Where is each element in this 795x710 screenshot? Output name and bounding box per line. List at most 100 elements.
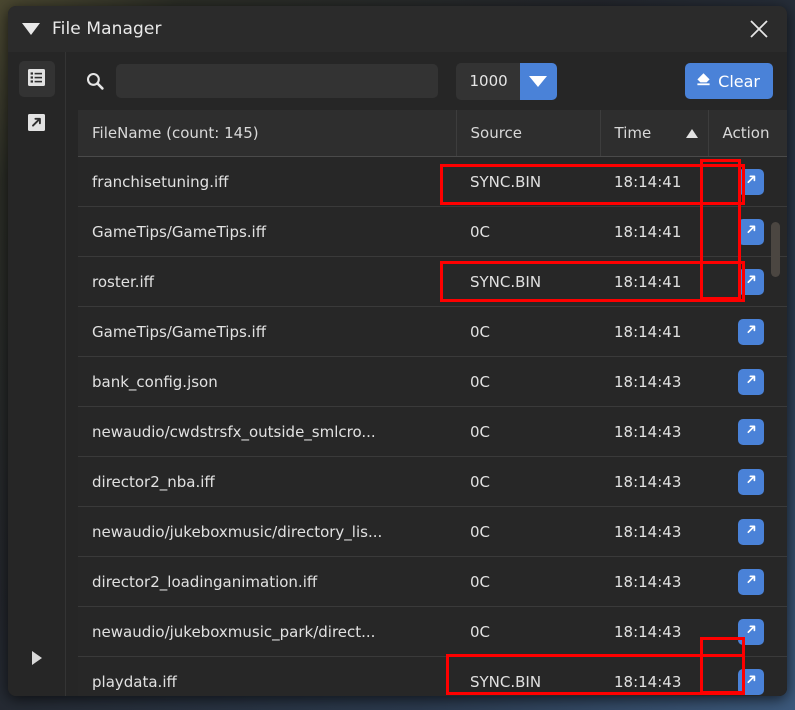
row-limit-combobox[interactable]: 1000 <box>456 62 557 100</box>
cell-filename: director2_nba.iff <box>78 456 456 507</box>
column-header-action-label: Action <box>722 124 770 142</box>
external-link-icon <box>744 522 759 541</box>
cell-source: SYNC.BIN <box>456 256 600 307</box>
clear-button[interactable]: Clear <box>685 63 773 99</box>
column-header-time[interactable]: Time <box>600 110 709 157</box>
column-header-filename-label: FileName (count: 145) <box>92 124 259 142</box>
cell-time: 18:14:43 <box>600 656 708 696</box>
file-table-container: FileName (count: 145) Source Time Action… <box>66 110 787 696</box>
open-file-button[interactable] <box>738 468 764 495</box>
cell-filename: roster.iff <box>78 256 456 307</box>
window-body: 1000 Clear FileName (count: 145) Source … <box>8 52 787 696</box>
open-file-button[interactable] <box>738 518 764 545</box>
cell-source: 0C <box>456 306 600 357</box>
cell-time: 18:14:41 <box>600 206 708 257</box>
main-content: 1000 Clear FileName (count: 145) Source … <box>66 52 787 696</box>
external-link-icon <box>744 622 759 641</box>
cell-time: 18:14:43 <box>600 556 708 607</box>
cell-source: SYNC.BIN <box>456 656 600 696</box>
cell-time: 18:14:43 <box>600 406 708 457</box>
close-icon[interactable] <box>745 15 773 43</box>
table-row[interactable]: roster.iff SYNC.BIN 18:14:41 <box>78 256 787 307</box>
cell-source: 0C <box>456 506 600 557</box>
column-header-source-label: Source <box>470 124 523 142</box>
column-header-source[interactable]: Source <box>456 110 601 157</box>
open-file-button[interactable] <box>738 218 764 245</box>
triangle-down-icon <box>529 75 548 87</box>
cell-source: SYNC.BIN <box>456 156 600 207</box>
file-table: FileName (count: 145) Source Time Action… <box>78 110 787 696</box>
external-link-icon <box>744 222 759 241</box>
open-file-button[interactable] <box>738 368 764 395</box>
vertical-scrollbar[interactable] <box>771 160 780 694</box>
toolbar: 1000 Clear <box>66 52 787 110</box>
search-input[interactable] <box>116 64 439 98</box>
triangle-up-icon <box>685 128 698 138</box>
cell-filename: playdata.iff <box>78 656 456 696</box>
column-header-action[interactable]: Action <box>708 110 787 157</box>
sidebar-item-list-view[interactable] <box>18 61 55 97</box>
open-file-button[interactable] <box>738 568 764 595</box>
table-row[interactable]: newaudio/jukeboxmusic_park/direct... 0C 18… <box>78 606 787 657</box>
cell-filename: newaudio/jukeboxmusic_park/direct... <box>78 606 456 657</box>
sidebar-expand-button[interactable] <box>25 646 49 670</box>
table-body: franchisetuning.iff SYNC.BIN 18:14:41 GameT… <box>78 156 787 696</box>
row-limit-dropdown-button[interactable] <box>519 62 557 100</box>
table-row[interactable]: GameTips/GameTips.iff 0C 18:14:41 <box>78 206 787 257</box>
triangle-right-icon <box>31 651 42 665</box>
cell-filename: GameTips/GameTips.iff <box>78 206 456 257</box>
table-row[interactable]: newaudio/jukeboxmusic/directory_lis... 0C… <box>78 506 787 557</box>
cell-time: 18:14:41 <box>600 256 708 307</box>
cell-filename: franchisetuning.iff <box>78 156 456 207</box>
cell-source: 0C <box>456 206 600 257</box>
open-file-button[interactable] <box>738 668 764 695</box>
cell-source: 0C <box>456 606 600 657</box>
table-row[interactable]: director2_nba.iff 0C 18:14:43 <box>78 456 787 507</box>
open-file-button[interactable] <box>738 268 764 295</box>
external-link-icon <box>744 172 759 191</box>
cell-filename: bank_config.json <box>78 356 456 407</box>
sidebar-rail <box>8 52 66 696</box>
cell-filename: newaudio/cwdstrsfx_outside_smlcro... <box>78 406 456 457</box>
cell-source: 0C <box>456 356 600 407</box>
clear-button-label: Clear <box>718 71 760 91</box>
eraser-icon <box>695 71 712 92</box>
external-link-icon <box>27 113 46 136</box>
external-link-icon <box>744 272 759 291</box>
table-header-row: FileName (count: 145) Source Time Action <box>78 110 787 157</box>
cell-time: 18:14:41 <box>600 156 708 207</box>
sidebar-item-open-external[interactable] <box>19 106 55 142</box>
row-limit-value[interactable]: 1000 <box>456 62 520 100</box>
cell-time: 18:14:41 <box>600 306 708 357</box>
external-link-icon <box>744 672 759 691</box>
open-file-button[interactable] <box>738 418 764 445</box>
external-link-icon <box>744 372 759 391</box>
open-file-button[interactable] <box>738 618 764 645</box>
title-bar: File Manager <box>8 6 787 52</box>
table-row[interactable]: bank_config.json 0C 18:14:43 <box>78 356 787 407</box>
open-file-button[interactable] <box>738 318 764 345</box>
cell-time: 18:14:43 <box>600 506 708 557</box>
cell-time: 18:14:43 <box>600 456 708 507</box>
table-row[interactable]: playdata.iff SYNC.BIN 18:14:43 <box>78 656 787 696</box>
external-link-icon <box>744 322 759 341</box>
window-title: File Manager <box>52 19 162 39</box>
table-row[interactable]: director2_loadinganimation.iff 0C 18:14:43 <box>78 556 787 607</box>
open-file-button[interactable] <box>738 168 764 195</box>
cell-filename: director2_loadinganimation.iff <box>78 556 456 607</box>
external-link-icon <box>744 572 759 591</box>
triangle-down-icon[interactable] <box>22 23 40 35</box>
column-header-time-label: Time <box>614 124 652 142</box>
table-row[interactable]: franchisetuning.iff SYNC.BIN 18:14:41 <box>78 156 787 207</box>
external-link-icon <box>744 472 759 491</box>
file-manager-window: File Manager 1000 Clear FileName (count:… <box>8 6 787 696</box>
cell-source: 0C <box>456 456 600 507</box>
search-icon[interactable] <box>78 64 112 98</box>
table-row[interactable]: newaudio/cwdstrsfx_outside_smlcro... 0C 18… <box>78 406 787 457</box>
vertical-scrollbar-thumb[interactable] <box>771 222 780 277</box>
cell-filename: newaudio/jukeboxmusic/directory_lis... <box>78 506 456 557</box>
cell-time: 18:14:43 <box>600 606 708 657</box>
list-icon <box>27 68 46 91</box>
table-row[interactable]: GameTips/GameTips.iff 0C 18:14:41 <box>78 306 787 357</box>
column-header-filename[interactable]: FileName (count: 145) <box>78 110 457 157</box>
